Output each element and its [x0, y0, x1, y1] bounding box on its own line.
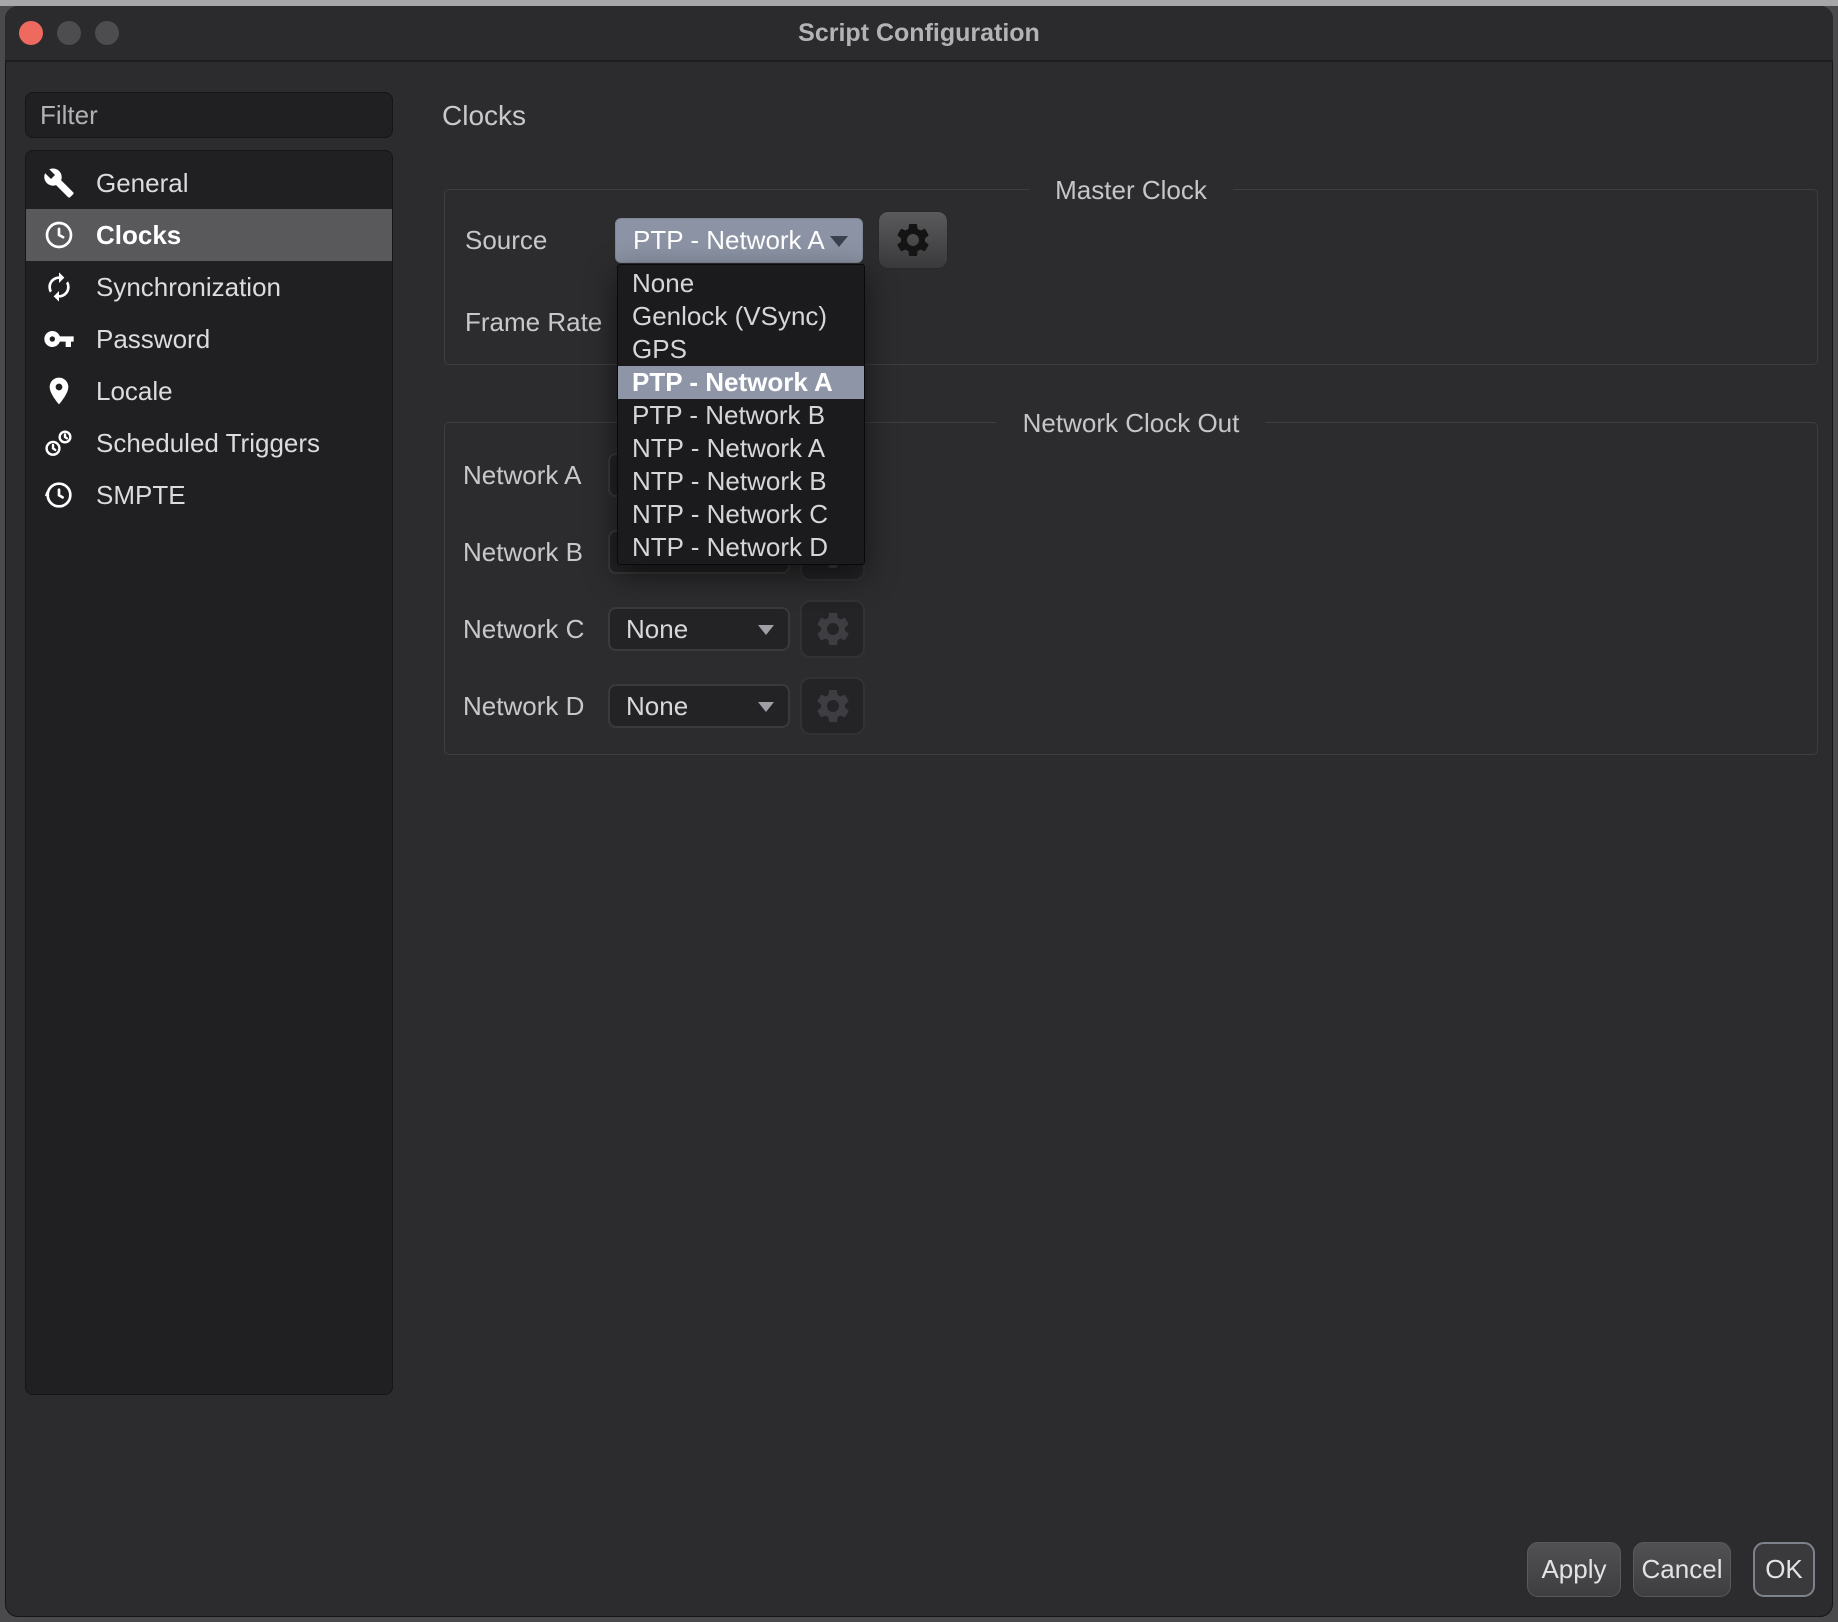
network-d-label: Network D — [463, 692, 584, 720]
page-title: Clocks — [442, 100, 526, 132]
sidebar-item-scheduled-triggers[interactable]: Scheduled Triggers — [26, 417, 392, 469]
sidebar-item-label: Password — [96, 324, 210, 355]
network-c-select-value: None — [626, 614, 688, 645]
source-select-value: PTP - Network A — [633, 225, 825, 256]
gear-icon — [813, 609, 853, 649]
source-label: Source — [465, 226, 547, 254]
source-option-ntp-network-b[interactable]: NTP - Network B — [618, 465, 864, 498]
sidebar-item-synchronization[interactable]: Synchronization — [26, 261, 392, 313]
sidebar-item-label: Synchronization — [96, 272, 281, 303]
sync-arrows-icon — [41, 269, 77, 305]
sidebar-item-label: Clocks — [96, 220, 181, 251]
sidebar-item-password[interactable]: Password — [26, 313, 392, 365]
cancel-button[interactable]: Cancel — [1633, 1542, 1731, 1597]
sidebar-item-label: Scheduled Triggers — [96, 428, 320, 459]
sidebar-item-locale[interactable]: Locale — [26, 365, 392, 417]
gear-icon — [813, 686, 853, 726]
chevron-down-icon — [758, 702, 774, 712]
chevron-down-icon — [830, 236, 848, 247]
master-clock-legend: Master Clock — [1029, 175, 1233, 206]
location-pin-icon — [41, 373, 77, 409]
timecode-clock-icon — [41, 477, 77, 513]
sidebar-nav: General Clocks Synchronization Password … — [25, 150, 393, 1395]
zoom-button — [95, 21, 119, 45]
sidebar-item-label: General — [96, 168, 189, 199]
source-option-none[interactable]: None — [618, 267, 864, 300]
network-d-settings-button[interactable] — [800, 677, 865, 735]
frame-rate-label: Frame Rate — [465, 308, 602, 336]
close-button[interactable] — [19, 21, 43, 45]
source-dropdown-menu: None Genlock (VSync) GPS PTP - Network A… — [617, 264, 865, 565]
network-clock-out-legend: Network Clock Out — [997, 408, 1266, 439]
master-clock-settings-button[interactable] — [878, 211, 948, 269]
ok-button[interactable]: OK — [1753, 1542, 1815, 1597]
filter-input[interactable] — [25, 92, 393, 138]
window-title: Script Configuration — [5, 6, 1833, 60]
network-c-settings-button[interactable] — [800, 600, 865, 658]
sidebar-item-general[interactable]: General — [26, 157, 392, 209]
screen: Script Configuration General Clocks Sync… — [0, 0, 1838, 1622]
dual-clocks-icon — [41, 425, 77, 461]
network-c-label: Network C — [463, 615, 584, 643]
source-option-ntp-network-c[interactable]: NTP - Network C — [618, 498, 864, 531]
sidebar-item-smpte[interactable]: SMPTE — [26, 469, 392, 521]
chevron-down-icon — [758, 625, 774, 635]
source-option-ntp-network-d[interactable]: NTP - Network D — [618, 531, 864, 564]
source-option-ptp-network-a[interactable]: PTP - Network A — [618, 366, 864, 399]
wrench-icon — [41, 165, 77, 201]
sidebar-item-label: Locale — [96, 376, 173, 407]
source-select[interactable]: PTP - Network A — [615, 218, 863, 263]
sidebar-item-label: SMPTE — [96, 480, 186, 511]
key-icon — [41, 321, 77, 357]
minimize-button — [57, 21, 81, 45]
apply-button[interactable]: Apply — [1527, 1542, 1621, 1597]
source-option-gps[interactable]: GPS — [618, 333, 864, 366]
network-d-select-value: None — [626, 691, 688, 722]
source-option-genlock-vsync[interactable]: Genlock (VSync) — [618, 300, 864, 333]
sidebar-item-clocks[interactable]: Clocks — [26, 209, 392, 261]
source-option-ptp-network-b[interactable]: PTP - Network B — [618, 399, 864, 432]
network-c-select[interactable]: None — [608, 607, 790, 651]
gear-icon — [893, 220, 933, 260]
network-a-label: Network A — [463, 461, 582, 489]
clock-icon — [41, 217, 77, 253]
network-b-label: Network B — [463, 538, 583, 566]
source-option-ntp-network-a[interactable]: NTP - Network A — [618, 432, 864, 465]
network-d-select[interactable]: None — [608, 684, 790, 728]
